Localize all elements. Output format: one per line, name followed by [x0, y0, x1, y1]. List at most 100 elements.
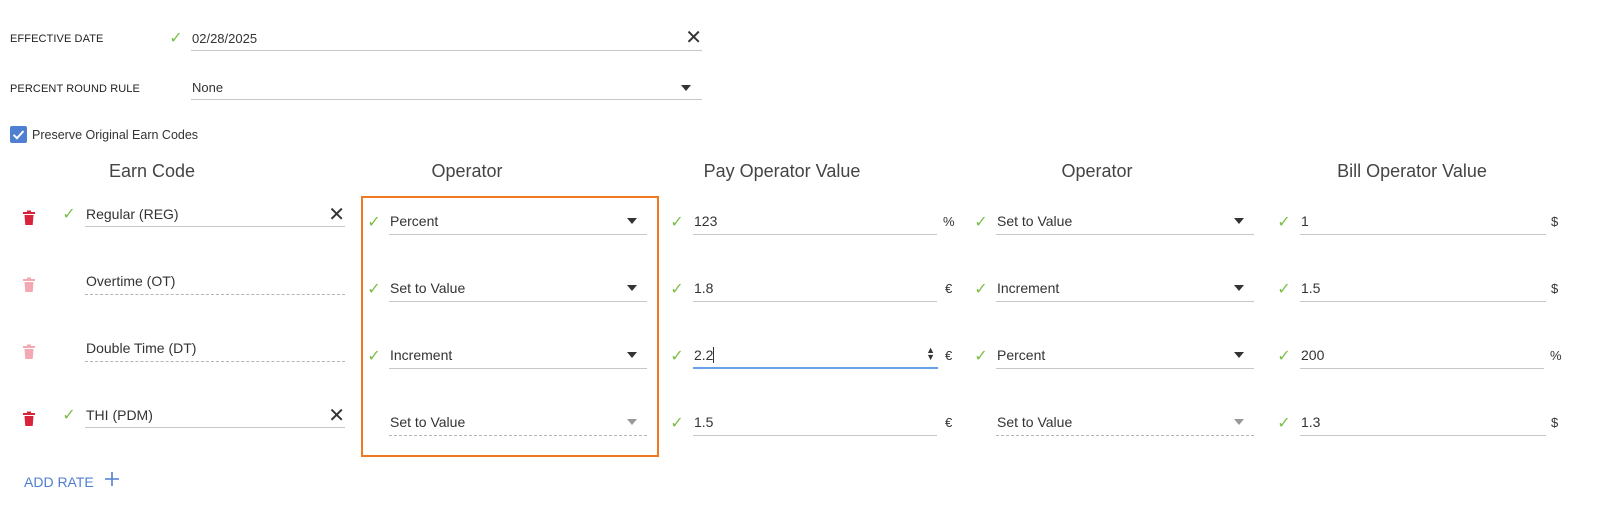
pay-value: 123 — [694, 213, 718, 229]
check-icon: ✓ — [1277, 214, 1291, 231]
effective-date-label: EFFECTIVE DATE — [10, 33, 104, 45]
chevron-down-icon — [627, 285, 637, 291]
header-earn-code: Earn Code — [108, 161, 196, 181]
header-bill-operator-value: Bill Operator Value — [1337, 161, 1487, 181]
pay-value-input[interactable]: 1.5 — [693, 410, 937, 436]
bill-value-input[interactable]: 1 — [1300, 209, 1546, 235]
trash-icon — [22, 344, 36, 360]
earn-code-field: Overtime (OT) — [85, 270, 345, 295]
preserve-label: Preserve Original Earn Codes — [32, 128, 199, 142]
pay-unit: € — [945, 348, 953, 363]
percent-round-rule-select[interactable]: None — [191, 78, 702, 100]
header-pay-operator-value: Pay Operator Value — [703, 161, 861, 181]
earn-code-value: Overtime (OT) — [86, 273, 176, 289]
pay-unit: € — [945, 281, 953, 296]
bill-unit: $ — [1551, 281, 1559, 296]
bill-operator-select[interactable]: Increment — [996, 276, 1254, 302]
header-operator-bill: Operator — [1061, 161, 1133, 181]
pay-value: 1.5 — [694, 414, 714, 430]
check-icon: ✓ — [1277, 281, 1291, 298]
close-icon[interactable]: ✕ — [328, 406, 345, 426]
chevron-down-icon — [627, 419, 637, 425]
chevron-down-icon — [1234, 285, 1244, 291]
trash-icon[interactable] — [22, 210, 36, 226]
check-icon: ✓ — [367, 281, 381, 298]
bill-operator-value: Percent — [997, 347, 1046, 363]
header-operator-pay: Operator — [431, 161, 503, 181]
pay-value-input[interactable]: 1.8 — [693, 276, 937, 302]
percent-round-rule-value: None — [192, 80, 224, 95]
bill-value-input[interactable]: 200 — [1300, 343, 1544, 369]
pay-value-input[interactable]: 123 — [693, 209, 937, 235]
preserve-checkbox[interactable] — [10, 126, 27, 143]
bill-operator-select[interactable]: Set to Value — [996, 209, 1254, 235]
bill-value: 1 — [1301, 213, 1309, 229]
check-icon: ✓ — [367, 348, 381, 365]
bill-operator-select[interactable]: Percent — [996, 343, 1254, 369]
pay-value-input-focused[interactable]: 2.2 ▲ ▼ — [693, 343, 938, 369]
earn-code-field[interactable]: Regular (REG) ✕ — [85, 203, 345, 227]
pay-operator-select[interactable]: Increment — [389, 343, 647, 369]
bill-value-input[interactable]: 1.3 — [1300, 410, 1546, 436]
check-icon: ✓ — [670, 415, 684, 432]
pay-operator-value: Percent — [390, 213, 439, 229]
bill-value-input[interactable]: 1.5 — [1300, 276, 1546, 302]
check-icon: ✓ — [367, 214, 381, 231]
earn-code-value: Regular (REG) — [86, 206, 179, 222]
bill-unit: % — [1550, 348, 1562, 363]
add-rate-button[interactable]: ADD RATE — [24, 471, 120, 492]
percent-round-rule-label: PERCENT ROUND RULE — [10, 83, 140, 95]
earn-code-field[interactable]: THI (PDM) ✕ — [85, 404, 345, 428]
trash-icon[interactable] — [22, 411, 36, 427]
check-icon: ✓ — [670, 348, 684, 365]
close-icon[interactable]: ✕ — [685, 28, 702, 48]
check-icon: ✓ — [670, 214, 684, 231]
bill-operator-value: Set to Value — [997, 414, 1073, 430]
chevron-down-icon — [1234, 419, 1244, 425]
bill-operator-value: Increment — [997, 280, 1060, 296]
pay-operator-value: Set to Value — [390, 414, 466, 430]
bill-value: 1.5 — [1301, 280, 1321, 296]
earn-code-value: Double Time (DT) — [86, 340, 197, 356]
pay-operator-select[interactable]: Set to Value — [389, 276, 647, 302]
earn-code-value: THI (PDM) — [86, 407, 153, 423]
pay-operator-select[interactable]: Set to Value — [389, 410, 647, 436]
plus-icon — [104, 471, 120, 492]
pay-value: 1.8 — [694, 280, 714, 296]
number-spinner-icon[interactable]: ▲ ▼ — [926, 346, 935, 362]
bill-operator-select[interactable]: Set to Value — [996, 410, 1254, 436]
pay-operator-select[interactable]: Percent — [389, 209, 647, 235]
add-rate-label: ADD RATE — [24, 473, 94, 490]
check-icon: ✓ — [670, 281, 684, 298]
check-icon: ✓ — [62, 206, 76, 223]
bill-unit: $ — [1551, 214, 1559, 229]
chevron-down-icon — [627, 218, 637, 224]
pay-operator-value: Increment — [390, 347, 453, 363]
bill-value: 200 — [1301, 347, 1325, 363]
check-icon: ✓ — [974, 348, 988, 365]
effective-date-value: 02/28/2025 — [192, 31, 258, 46]
chevron-down-icon — [1234, 352, 1244, 358]
check-icon: ✓ — [169, 30, 183, 47]
bill-operator-value: Set to Value — [997, 213, 1073, 229]
text-cursor — [713, 347, 714, 363]
pay-value: 2.2 — [694, 347, 714, 363]
trash-icon — [22, 277, 36, 293]
pay-operator-value: Set to Value — [390, 280, 466, 296]
check-icon: ✓ — [1277, 415, 1291, 432]
check-icon: ✓ — [62, 407, 76, 424]
check-icon: ✓ — [974, 281, 988, 298]
chevron-down-icon — [627, 352, 637, 358]
check-icon: ✓ — [974, 214, 988, 231]
bill-value: 1.3 — [1301, 414, 1321, 430]
bill-unit: $ — [1551, 415, 1559, 430]
chevron-down-icon — [681, 85, 691, 91]
earn-code-field: Double Time (DT) — [85, 337, 345, 362]
check-icon: ✓ — [1277, 348, 1291, 365]
pay-unit: % — [943, 214, 955, 229]
pay-unit: € — [945, 415, 953, 430]
effective-date-field[interactable]: 02/28/2025 ✕ — [191, 28, 702, 51]
close-icon[interactable]: ✕ — [328, 205, 345, 225]
checkmark-icon — [12, 130, 25, 140]
chevron-down-icon — [1234, 218, 1244, 224]
